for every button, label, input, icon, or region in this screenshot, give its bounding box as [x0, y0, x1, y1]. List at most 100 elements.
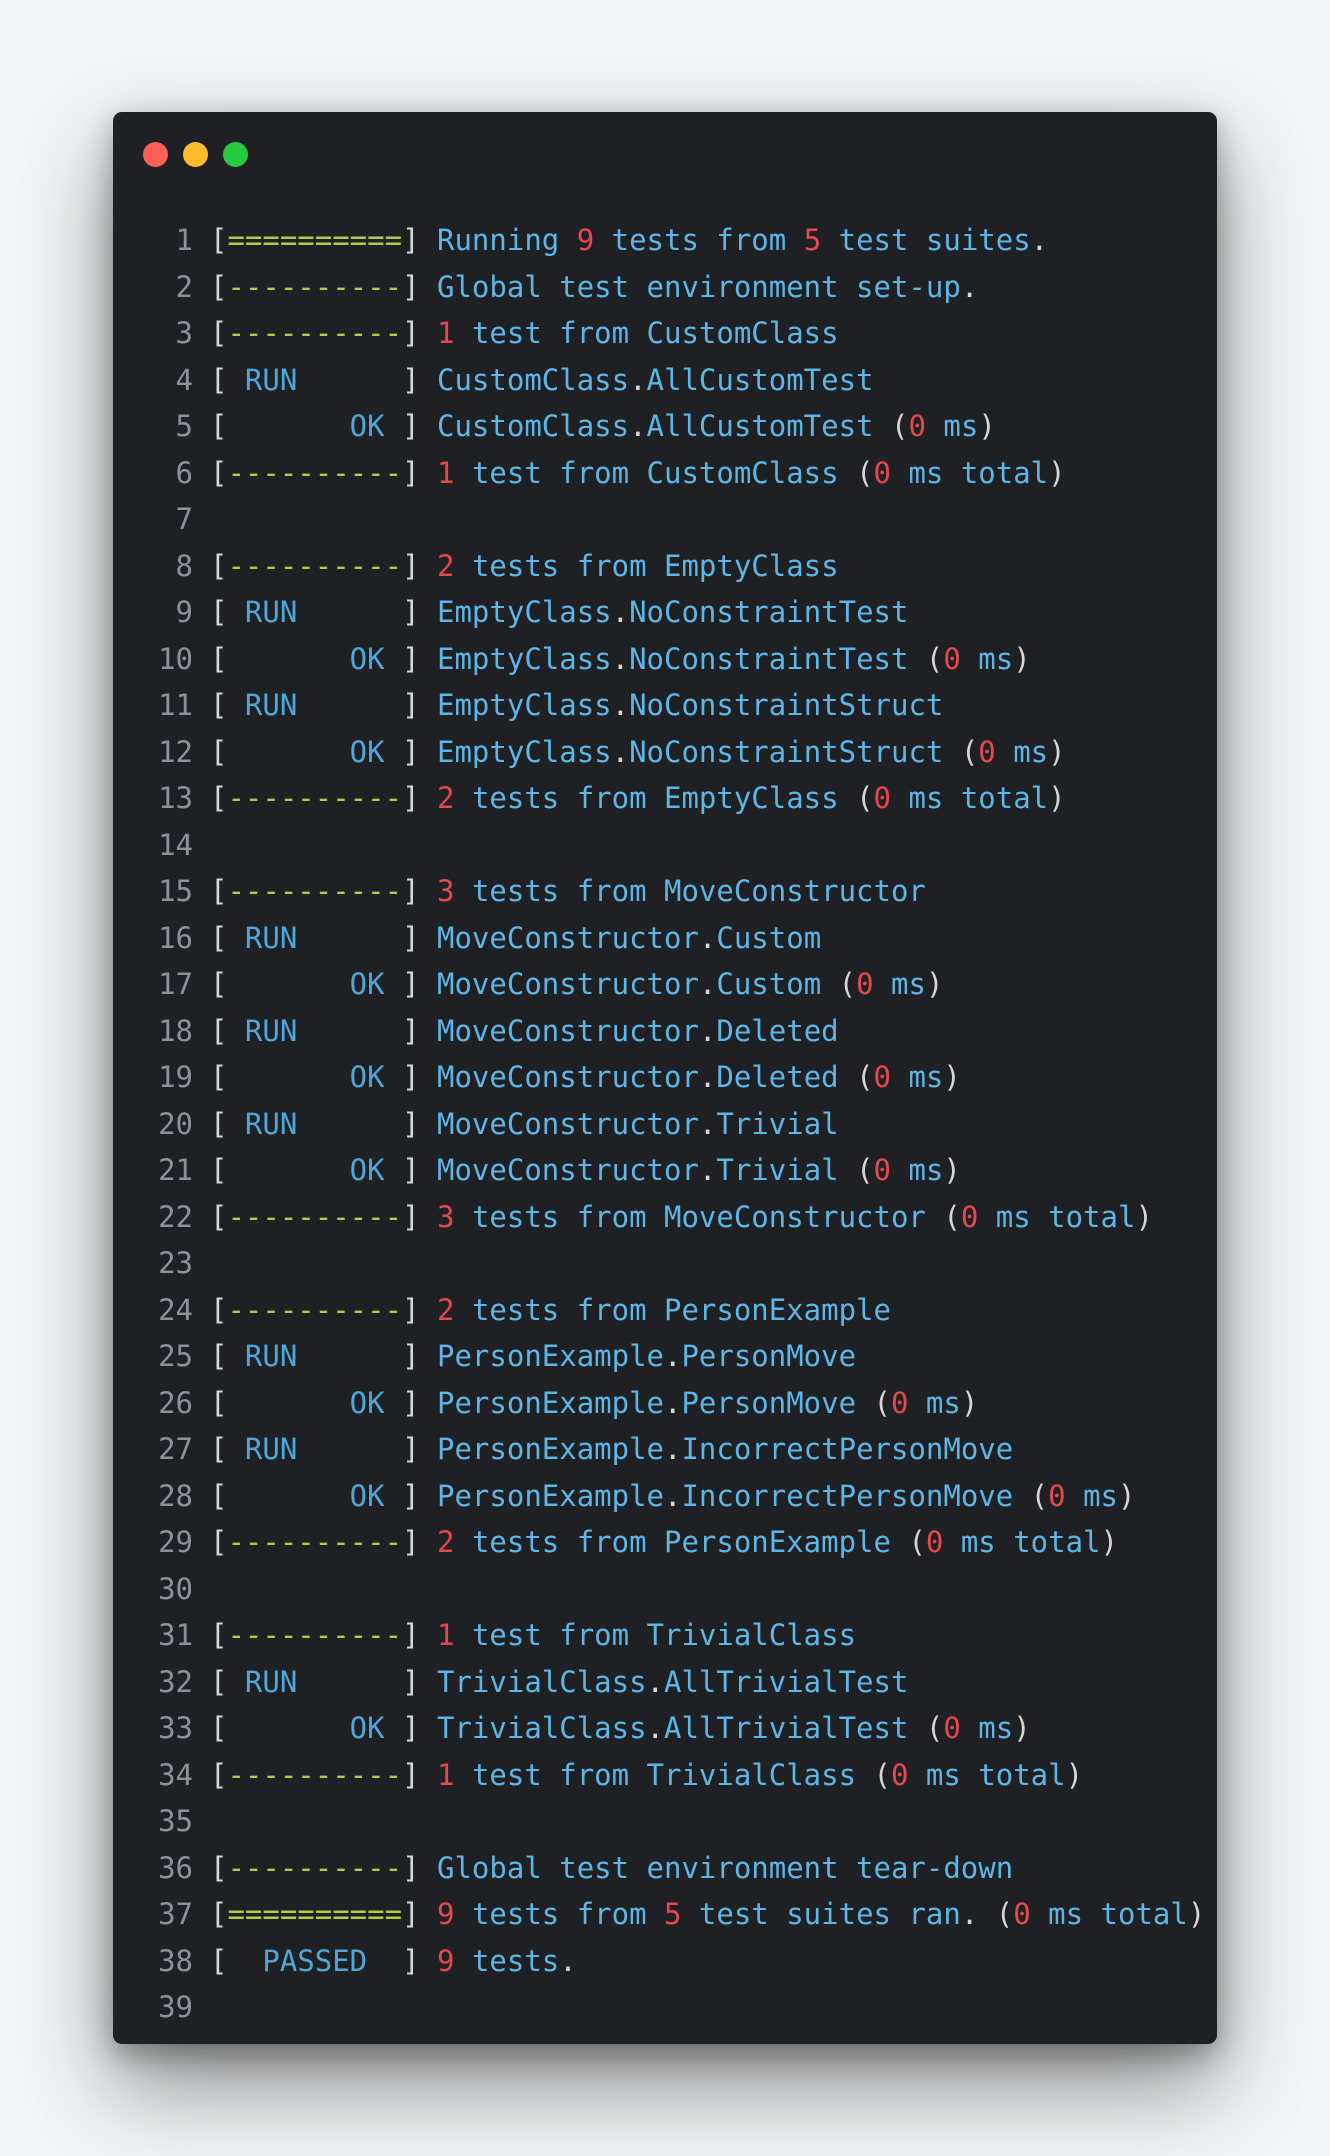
segment-plain: (	[960, 734, 979, 769]
segment-plain: .	[698, 1013, 717, 1048]
segment-plain: .	[559, 1943, 577, 1978]
segment-plain: (	[856, 455, 874, 490]
segment-tag: RUN	[227, 1432, 403, 1466]
output-line: 35	[147, 1798, 1207, 1845]
segment-plain: (	[856, 1153, 874, 1187]
line-number: 23	[158, 1246, 193, 1280]
segment-br: [	[210, 595, 228, 629]
segment-bar-dash: ----------	[227, 269, 403, 304]
segment-txt: ms	[960, 641, 1014, 676]
output-line: 2 [----------] Global test environment se…	[147, 264, 1207, 311]
segment-txt: NoConstraintTest	[629, 641, 926, 676]
segment-br: ]	[402, 269, 420, 304]
segment-plain	[420, 688, 437, 722]
segment-txt: PersonExample	[437, 1432, 664, 1466]
close-window-button[interactable]	[143, 142, 168, 167]
segment-num: 0	[925, 1525, 944, 1559]
output-line: 34 [----------] 1 test from TrivialClass …	[147, 1752, 1207, 1799]
output-line: 8 [----------] 2 tests from EmptyClass	[147, 543, 1207, 590]
segment-txt: tests from EmptyClass	[454, 781, 857, 815]
segment-num: 9	[576, 223, 595, 257]
segment-txt: ms total	[1030, 1897, 1188, 1931]
segment-plain	[420, 1293, 437, 1327]
segment-txt: CustomClass	[437, 362, 630, 397]
segment-br: ]	[402, 1943, 420, 1978]
segment-txt: PersonExample	[437, 1385, 664, 1420]
segment-br: [	[210, 641, 228, 676]
line-number: 12	[158, 734, 193, 769]
line-number: 27	[158, 1432, 193, 1466]
segment-txt: AllTrivialTest	[664, 1711, 926, 1745]
segment-plain: )	[943, 1153, 961, 1187]
segment-plain: )	[925, 967, 944, 1001]
segment-plain	[420, 1525, 437, 1559]
segment-txt: PersonMove	[681, 1339, 857, 1373]
minimize-window-button[interactable]	[183, 142, 208, 167]
output-line: 36 [----------] Global test environment t…	[147, 1845, 1207, 1892]
segment-num: 0	[1013, 1897, 1031, 1931]
segment-plain: )	[1013, 1711, 1031, 1745]
output-line: 24 [----------] 2 tests from PersonExampl…	[147, 1287, 1207, 1334]
segment-plain	[420, 1432, 437, 1466]
segment-br: [	[210, 1385, 228, 1420]
segment-num: 0	[873, 1153, 892, 1187]
segment-br: [	[210, 1106, 228, 1141]
output-line: 38 [ PASSED ] 9 tests.	[147, 1938, 1207, 1985]
segment-tag: OK	[227, 409, 403, 443]
segment-plain: .	[664, 1478, 682, 1513]
segment-num: 0	[856, 967, 874, 1001]
segment-br: ]	[402, 1339, 420, 1373]
segment-plain: .	[611, 595, 630, 629]
segment-num: 5	[803, 223, 822, 257]
segment-tag: OK	[227, 734, 403, 769]
segment-plain: )	[943, 1060, 961, 1094]
segment-br: ]	[402, 641, 420, 676]
segment-txt: ms	[891, 1153, 944, 1187]
segment-txt: IncorrectPersonMove	[681, 1478, 1031, 1513]
zoom-window-button[interactable]	[223, 142, 248, 167]
segment-plain	[420, 363, 437, 397]
segment-txt: NoConstraintStruct	[629, 734, 961, 769]
segment-plain	[420, 1339, 437, 1373]
segment-plain: )	[1048, 734, 1066, 769]
segment-plain: .	[646, 1711, 664, 1745]
segment-br: ]	[402, 1478, 420, 1513]
segment-plain: )	[1048, 781, 1066, 815]
segment-plain: (	[925, 641, 944, 676]
line-number: 15	[158, 874, 193, 908]
segment-txt: test from CustomClass	[454, 316, 839, 350]
line-number: 17	[158, 967, 193, 1001]
line-number: 14	[158, 827, 193, 862]
test-output: 1 [==========] Running 9 tests from 5 tes…	[147, 217, 1207, 2031]
segment-bar-dash: ----------	[227, 1292, 403, 1327]
output-line: 9 [ RUN ] EmptyClass.NoConstraintTest	[147, 589, 1207, 636]
segment-plain: (	[838, 967, 857, 1001]
segment-br: ]	[402, 1711, 420, 1745]
segment-num: 1	[437, 455, 455, 490]
segment-plain: .	[664, 1339, 682, 1373]
segment-br: ]	[402, 223, 420, 257]
output-line: 18 [ RUN ] MoveConstructor.Deleted	[147, 1008, 1207, 1055]
segment-br: [	[210, 1199, 228, 1234]
segment-plain: .	[611, 734, 630, 769]
segment-txt: test from CustomClass	[454, 455, 857, 490]
segment-txt: MoveConstructor	[437, 1106, 699, 1141]
segment-txt: IncorrectPersonMove	[681, 1432, 1014, 1466]
segment-br: ]	[402, 1664, 420, 1699]
line-number: 38	[158, 1943, 193, 1978]
segment-br: ]	[402, 1850, 420, 1885]
segment-plain	[420, 1897, 437, 1931]
segment-br: [	[210, 734, 228, 769]
output-line: 3 [----------] 1 test from CustomClass	[147, 310, 1207, 357]
segment-bar-dash: ----------	[227, 1199, 403, 1234]
segment-plain	[420, 1014, 437, 1048]
segment-bar-dash: ----------	[227, 874, 403, 908]
segment-num: 5	[664, 1897, 682, 1931]
segment-txt: PersonMove	[681, 1385, 874, 1420]
segment-txt: CustomClass	[437, 409, 630, 443]
segment-br: ]	[402, 734, 420, 769]
line-number: 18	[158, 1013, 193, 1048]
segment-tag: RUN	[227, 362, 403, 397]
segment-br: ]	[402, 455, 420, 490]
segment-br: [	[210, 269, 228, 304]
